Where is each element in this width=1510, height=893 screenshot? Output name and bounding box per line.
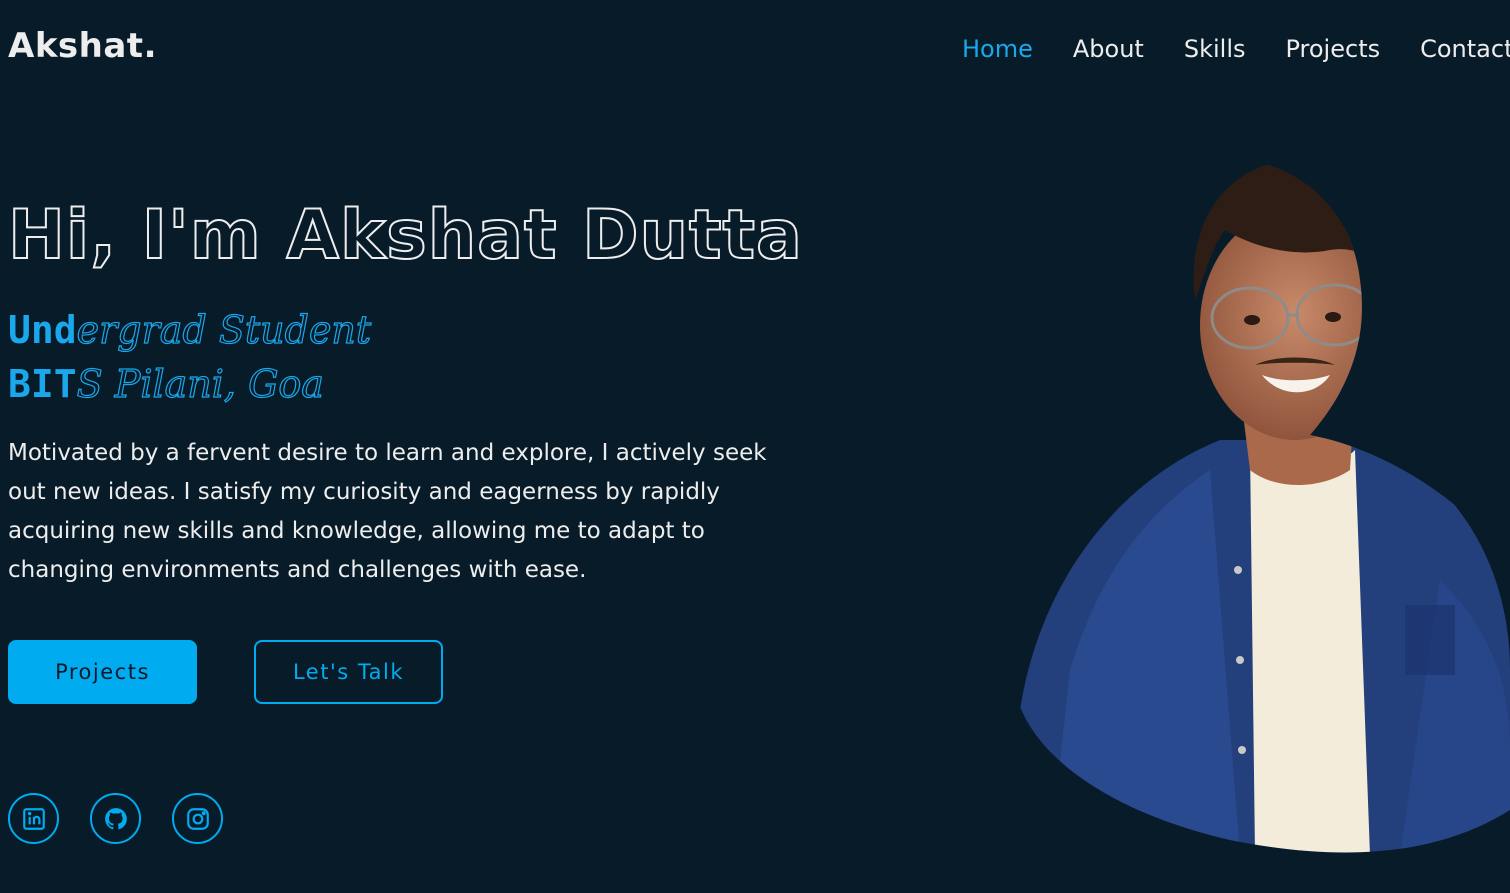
projects-button[interactable]: Projects (8, 640, 197, 704)
github-icon[interactable] (90, 793, 141, 844)
subtitle-2-rest: S Pilani, Goa (76, 361, 325, 406)
logo[interactable]: Akshat. (8, 26, 157, 66)
hero-description: Motivated by a fervent desire to learn a… (8, 440, 767, 583)
subtitle-1-highlight: Und (8, 308, 77, 352)
linkedin-icon[interactable] (8, 793, 59, 844)
subtitle-1-rest: ergrad Student (76, 307, 372, 352)
main-nav: Home About Skills Projects Contact (962, 31, 1510, 71)
instagram-icon[interactable] (172, 793, 223, 844)
nav-contact[interactable]: Contact (1420, 31, 1510, 67)
nav-projects[interactable]: Projects (1285, 31, 1380, 67)
nav-skills[interactable]: Skills (1184, 31, 1246, 67)
site-header: Akshat. Home About Skills Projects Contact (0, 0, 1510, 100)
hero-title: Hi, I'm Akshat Dutta (7, 195, 803, 276)
subtitle-line-2: BITS Pilani, Goa (8, 360, 325, 408)
lets-talk-button[interactable]: Let's Talk (254, 640, 443, 704)
subtitle-2-highlight: BIT (8, 362, 77, 406)
profile-portrait (1013, 157, 1510, 853)
subtitle-line-1: Undergrad Student (8, 306, 372, 354)
nav-about[interactable]: About (1073, 31, 1144, 67)
nav-home[interactable]: Home (962, 31, 1033, 67)
